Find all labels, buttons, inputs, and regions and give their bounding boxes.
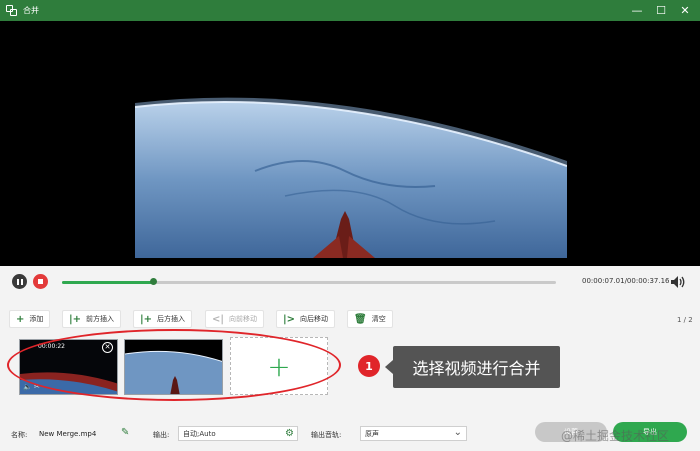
callout-text: 选择视频进行合并	[412, 359, 541, 378]
insert-before-label: 前方插入	[86, 315, 115, 323]
stop-button[interactable]	[33, 274, 48, 289]
video-preview-area	[0, 21, 700, 266]
plus-icon: +	[16, 313, 25, 325]
earth-horizon-image	[135, 21, 567, 258]
callout-tooltip: 选择视频进行合并	[385, 346, 560, 388]
progress-handle[interactable]	[150, 278, 158, 285]
insert-after-label: 后方插入	[157, 315, 186, 323]
step-badge: 1	[358, 355, 380, 377]
insert-after-icon: |+	[140, 313, 153, 325]
move-backward-label: 向后移动	[300, 315, 329, 323]
move-backward-icon: |>	[283, 313, 296, 325]
page-counter: 1 / 2	[677, 316, 693, 324]
close-icon[interactable]: ✕	[674, 0, 696, 21]
progress-fill	[62, 281, 154, 284]
add-label: 添加	[29, 315, 44, 323]
move-backward-button[interactable]: |> 向后移动	[276, 310, 336, 328]
output-format-select[interactable]: 自动;Auto ⚙	[178, 426, 298, 441]
insert-before-icon: |+	[69, 313, 82, 325]
clip-toolbar: + 添加 |+ 前方插入 |+ 后方插入 <| 向前移动 |> 向后移动 🗑 清…	[0, 302, 700, 332]
merge-app-icon	[6, 4, 18, 17]
insert-before-button[interactable]: |+ 前方插入	[62, 310, 122, 328]
time-readout: 00:00:07.01/00:00:37.16	[582, 277, 670, 285]
video-frame	[135, 21, 567, 258]
clear-label: 清空	[371, 315, 386, 323]
pause-button[interactable]	[12, 274, 27, 289]
output-format-value: 自动;Auto	[183, 429, 216, 438]
move-forward-button[interactable]: <| 向前移动	[205, 310, 265, 328]
maximize-icon[interactable]: ☐	[650, 0, 672, 21]
trash-icon: 🗑	[354, 313, 367, 325]
playback-controls: 00:00:07.01/00:00:37.16	[0, 266, 700, 302]
progress-slider[interactable]	[62, 278, 556, 285]
window-title: 合并	[23, 6, 39, 15]
highlight-ellipse	[7, 329, 341, 401]
audio-track-label: 输出音轨:	[311, 431, 342, 439]
title-bar: 合并 — ☐ ✕	[0, 0, 700, 21]
edit-name-icon[interactable]: ✎	[121, 427, 129, 438]
clip-list: 00:00:22 ✕ 🔈 ✂ + 1 选择视频进行合并	[0, 329, 700, 412]
chevron-down-icon: ⌄	[453, 427, 462, 438]
audio-track-value: 原声	[365, 429, 379, 438]
output-file-name: New Merge.mp4	[39, 430, 97, 438]
insert-after-button[interactable]: |+ 后方插入	[133, 310, 193, 328]
move-forward-icon: <|	[212, 313, 225, 325]
clear-button[interactable]: 🗑 清空	[347, 310, 393, 328]
add-button[interactable]: + 添加	[9, 310, 51, 328]
volume-icon[interactable]	[670, 275, 686, 289]
move-forward-label: 向前移动	[229, 315, 258, 323]
output-settings-bar: 名称: New Merge.mp4 ✎ 输出: 自动;Auto ⚙ 输出音轨: …	[0, 412, 700, 451]
watermark: @稀土掘金技术社区	[561, 429, 670, 443]
minimize-icon[interactable]: —	[626, 0, 648, 21]
name-label: 名称:	[11, 431, 28, 439]
gear-icon[interactable]: ⚙	[285, 428, 294, 439]
audio-track-select[interactable]: 原声 ⌄	[360, 426, 467, 441]
output-label: 输出:	[153, 431, 170, 439]
